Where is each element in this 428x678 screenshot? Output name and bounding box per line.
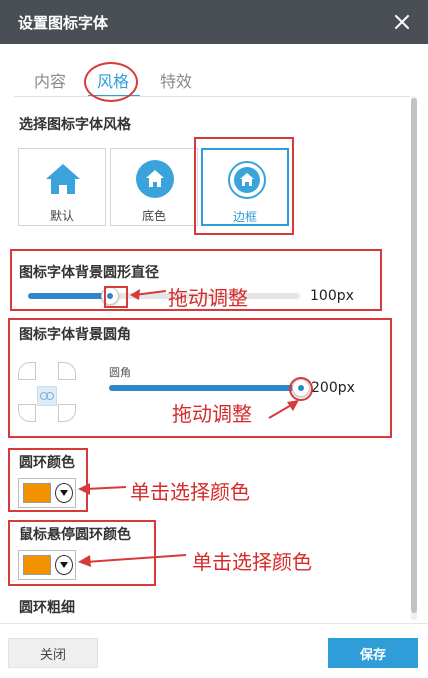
hover-ring-color-picker[interactable] bbox=[18, 550, 76, 580]
dialog-titlebar: 设置图标字体 bbox=[0, 0, 428, 44]
house-icon bbox=[46, 164, 80, 194]
chevron-down-icon[interactable] bbox=[55, 555, 73, 575]
ring-width-title: 圆环粗细 bbox=[19, 600, 75, 616]
close-icon[interactable] bbox=[388, 8, 416, 36]
dialog-footer: 关闭 保存 bbox=[0, 623, 428, 678]
annotation-drag-radius: 拖动调整 bbox=[172, 402, 252, 426]
tab-content[interactable]: 内容 bbox=[34, 68, 66, 92]
annotation-arrow-ring-color bbox=[78, 483, 127, 495]
style-option-label: 默认 bbox=[49, 209, 74, 223]
radius-label: 圆角 bbox=[109, 366, 131, 379]
tab-effects[interactable]: 特效 bbox=[160, 68, 192, 92]
radius-slider-fill bbox=[109, 385, 301, 391]
diameter-slider-fill bbox=[28, 293, 110, 299]
hover-ring-color-title: 鼠标悬停圆环颜色 bbox=[19, 527, 131, 543]
annotation-arrow-hover-ring-color bbox=[78, 554, 187, 567]
corner-top-right-icon[interactable] bbox=[58, 362, 76, 380]
close-button[interactable]: 关闭 bbox=[8, 638, 98, 668]
style-option-background[interactable]: 底色 bbox=[110, 148, 198, 226]
tab-bar: 内容 风格 特效 bbox=[0, 60, 428, 98]
corner-bottom-right-icon[interactable] bbox=[58, 404, 76, 422]
radius-title: 图标字体背景圆角 bbox=[19, 327, 131, 343]
corner-bottom-left-icon[interactable] bbox=[18, 404, 36, 422]
ring-color-title: 圆环颜色 bbox=[19, 455, 75, 471]
scrollbar-thumb[interactable] bbox=[411, 98, 417, 613]
ring-color-picker[interactable] bbox=[18, 478, 76, 508]
tab-divider bbox=[14, 96, 410, 97]
diameter-slider-thumb[interactable] bbox=[100, 287, 119, 305]
vertical-scrollbar[interactable] bbox=[411, 96, 417, 620]
radius-value: 200px bbox=[311, 380, 355, 396]
dialog-title: 设置图标字体 bbox=[18, 14, 109, 32]
diameter-value: 100px bbox=[310, 288, 354, 304]
ring-color-swatch bbox=[23, 483, 51, 503]
style-option-label: 边框 bbox=[232, 210, 257, 224]
annotation-drag-diameter: 拖动调整 bbox=[168, 286, 248, 310]
link-icon[interactable] bbox=[37, 386, 57, 406]
house-bordered-circle-icon bbox=[228, 161, 266, 199]
save-button[interactable]: 保存 bbox=[328, 638, 418, 668]
annotation-arrow-radius bbox=[268, 400, 299, 419]
style-option-border[interactable]: 边框 bbox=[201, 148, 289, 226]
annotation-click-ring-color: 单击选择颜色 bbox=[130, 480, 250, 504]
radius-slider[interactable] bbox=[109, 379, 310, 397]
diameter-title: 图标字体背景圆形直径 bbox=[19, 265, 159, 281]
annotation-click-hover-ring-color: 单击选择颜色 bbox=[192, 550, 312, 574]
annotation-arrow-diameter bbox=[130, 289, 167, 300]
chevron-down-icon[interactable] bbox=[55, 483, 73, 503]
radius-slider-thumb[interactable] bbox=[292, 379, 310, 397]
style-option-label: 底色 bbox=[141, 209, 166, 223]
tab-style[interactable]: 风格 bbox=[97, 68, 129, 92]
house-filled-circle-icon bbox=[136, 160, 174, 198]
style-option-default[interactable]: 默认 bbox=[18, 148, 106, 226]
hover-ring-color-swatch bbox=[23, 555, 51, 575]
style-section-title: 选择图标字体风格 bbox=[19, 117, 131, 133]
corner-top-left-icon[interactable] bbox=[18, 362, 36, 380]
